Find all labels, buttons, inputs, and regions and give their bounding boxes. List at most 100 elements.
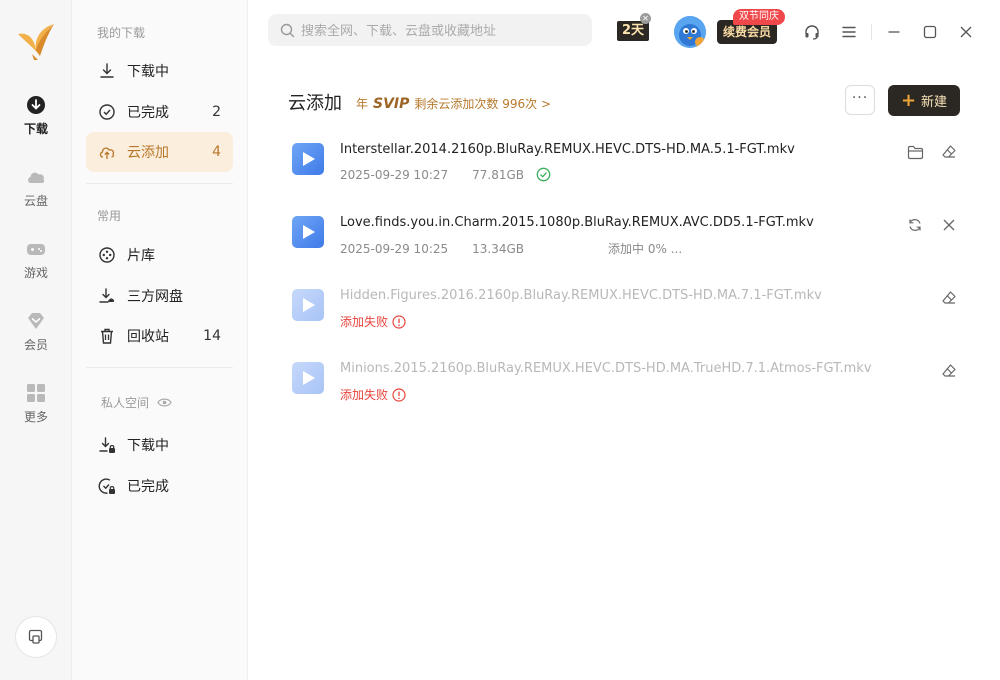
grid-icon xyxy=(27,384,45,402)
eye-icon[interactable] xyxy=(157,397,172,408)
nav-download[interactable]: 下载 xyxy=(0,94,72,150)
maximize-icon xyxy=(923,25,937,39)
minimize-icon xyxy=(888,31,900,33)
nav-games-label: 游戏 xyxy=(23,266,48,280)
vip-days-badge[interactable]: 2天 xyxy=(617,21,649,41)
video-file-icon xyxy=(292,216,324,248)
close-window-button[interactable] xyxy=(954,20,978,44)
more-button[interactable]: ··· xyxy=(845,85,875,115)
minimize-button[interactable] xyxy=(882,20,906,44)
cloud-upload-icon xyxy=(99,147,115,159)
nav-games[interactable]: 游戏 xyxy=(0,238,72,294)
eraser-icon xyxy=(942,145,956,158)
mini-window-icon xyxy=(28,629,43,644)
cloud-icon xyxy=(28,172,45,183)
sidebar-item-third-party-drive[interactable]: 三方网盘 xyxy=(86,276,233,316)
task-row[interactable]: Hidden.Figures.2016.2160p.BluRay.REMUX.H… xyxy=(280,279,970,343)
task-date: 2025-09-29 10:27 xyxy=(340,167,449,182)
sidebar-item-recycle-bin[interactable]: 回收站 14 xyxy=(86,316,233,356)
promo-tag: 双节同庆 xyxy=(733,9,785,25)
menu-icon xyxy=(842,26,856,38)
task-name: Minions.2015.2160p.BluRay.REMUX.HEVC.DTS… xyxy=(340,361,872,376)
avatar[interactable] xyxy=(674,16,706,48)
app-logo xyxy=(14,20,58,62)
gamepad-icon xyxy=(27,244,45,255)
task-meta: 2025-09-29 10:27 77.81GB xyxy=(340,167,551,182)
main-nav-rail: 下载 云盘 游戏 会员 更多 xyxy=(0,0,72,680)
search-icon xyxy=(280,23,295,37)
folder-icon xyxy=(907,145,923,159)
headset-button[interactable] xyxy=(800,20,824,44)
task-fail-status: 添加失败 xyxy=(340,386,406,403)
open-folder-button[interactable] xyxy=(905,142,925,162)
section-private-label: 私人空间 xyxy=(101,396,150,410)
download-circle-icon xyxy=(27,96,45,114)
nav-cloud[interactable]: 云盘 xyxy=(0,166,72,222)
clear-record-button[interactable] xyxy=(939,288,959,308)
video-file-icon xyxy=(292,289,324,321)
trash-icon xyxy=(101,328,113,344)
locked-check-icon xyxy=(98,478,115,494)
retry-button[interactable] xyxy=(905,215,925,235)
sidebar-item-private-completed[interactable]: 已完成 xyxy=(86,466,233,506)
close-icon xyxy=(960,26,972,38)
task-progress: 添加中 0% ... xyxy=(608,242,683,256)
page-title: 云添加 xyxy=(288,93,342,114)
search-input[interactable] xyxy=(301,22,571,38)
vip-prefix: 年 xyxy=(356,97,369,111)
clear-record-button[interactable] xyxy=(939,142,959,162)
global-search[interactable] xyxy=(268,14,592,46)
sidebar-item-cloud-add[interactable]: 云添加 4 xyxy=(86,132,233,172)
menu-button[interactable] xyxy=(837,20,861,44)
diamond-icon xyxy=(28,313,44,329)
task-fail-text: 添加失败 xyxy=(340,388,389,402)
nav-more[interactable]: 更多 xyxy=(0,382,72,438)
task-row[interactable]: Interstellar.2014.2160p.BluRay.REMUX.HEV… xyxy=(280,133,970,197)
new-task-button[interactable]: + 新建 xyxy=(888,85,960,116)
nav-membership[interactable]: 会员 xyxy=(0,310,72,366)
new-task-label: 新建 xyxy=(921,95,948,110)
task-row[interactable]: Minions.2015.2160p.BluRay.REMUX.HEVC.DTS… xyxy=(280,352,970,416)
check-circle-icon xyxy=(99,104,115,120)
sidebar-item-label: 回收站 xyxy=(127,329,169,345)
section-my-downloads: 我的下载 xyxy=(97,26,146,40)
cancel-task-button[interactable] xyxy=(939,215,959,235)
sidebar-item-label: 云添加 xyxy=(127,145,169,161)
nav-cloud-label: 云盘 xyxy=(23,194,48,208)
video-file-icon xyxy=(292,143,324,175)
vip-remaining: 剩余云添加次数 996次 > xyxy=(414,97,551,111)
sidebar-item-label: 下载中 xyxy=(127,64,169,80)
nav-membership-label: 会员 xyxy=(23,338,48,352)
sidebar-item-library[interactable]: 片库 xyxy=(86,235,233,275)
error-info-icon[interactable] xyxy=(392,314,406,329)
task-meta: 2025-09-29 10:25 13.34GB 添加中 0% ... xyxy=(340,240,682,257)
sidebar-divider xyxy=(86,367,233,368)
sidebar-item-count: 14 xyxy=(203,328,221,344)
locked-download-icon xyxy=(99,437,115,453)
sidebar-item-label: 三方网盘 xyxy=(127,289,183,305)
task-name: Hidden.Figures.2016.2160p.BluRay.REMUX.H… xyxy=(340,288,822,303)
sidebar-item-downloading[interactable]: 下载中 xyxy=(86,51,233,91)
sidebar-item-completed[interactable]: 已完成 2 xyxy=(86,92,233,132)
sidebar-item-private-downloading[interactable]: 下载中 xyxy=(86,425,233,465)
sidebar-item-label: 已完成 xyxy=(127,105,169,121)
close-icon[interactable]: ✕ xyxy=(640,13,651,24)
cloud-download-icon xyxy=(99,288,115,303)
sidebar-divider xyxy=(86,183,233,184)
mini-mode-button[interactable] xyxy=(15,616,57,658)
sidebar-item-label: 已完成 xyxy=(127,479,169,495)
svip-quota-link[interactable]: 年 SVIP 剩余云添加次数 996次 > xyxy=(356,95,551,112)
task-fail-text: 添加失败 xyxy=(340,315,389,329)
task-row[interactable]: Love.finds.you.in.Charm.2015.1080p.BluRa… xyxy=(280,206,970,270)
task-meta: 添加失败 xyxy=(340,313,406,330)
close-icon xyxy=(943,219,955,231)
error-info-icon[interactable] xyxy=(392,387,406,402)
film-reel-icon xyxy=(99,247,115,263)
maximize-button[interactable] xyxy=(918,20,942,44)
toolbar-separator xyxy=(871,24,872,40)
svip-brand: SVIP xyxy=(373,96,410,112)
clear-record-button[interactable] xyxy=(939,361,959,381)
refresh-icon xyxy=(909,219,921,231)
sidebar-item-label: 片库 xyxy=(127,248,155,264)
task-meta: 添加失败 xyxy=(340,386,406,403)
